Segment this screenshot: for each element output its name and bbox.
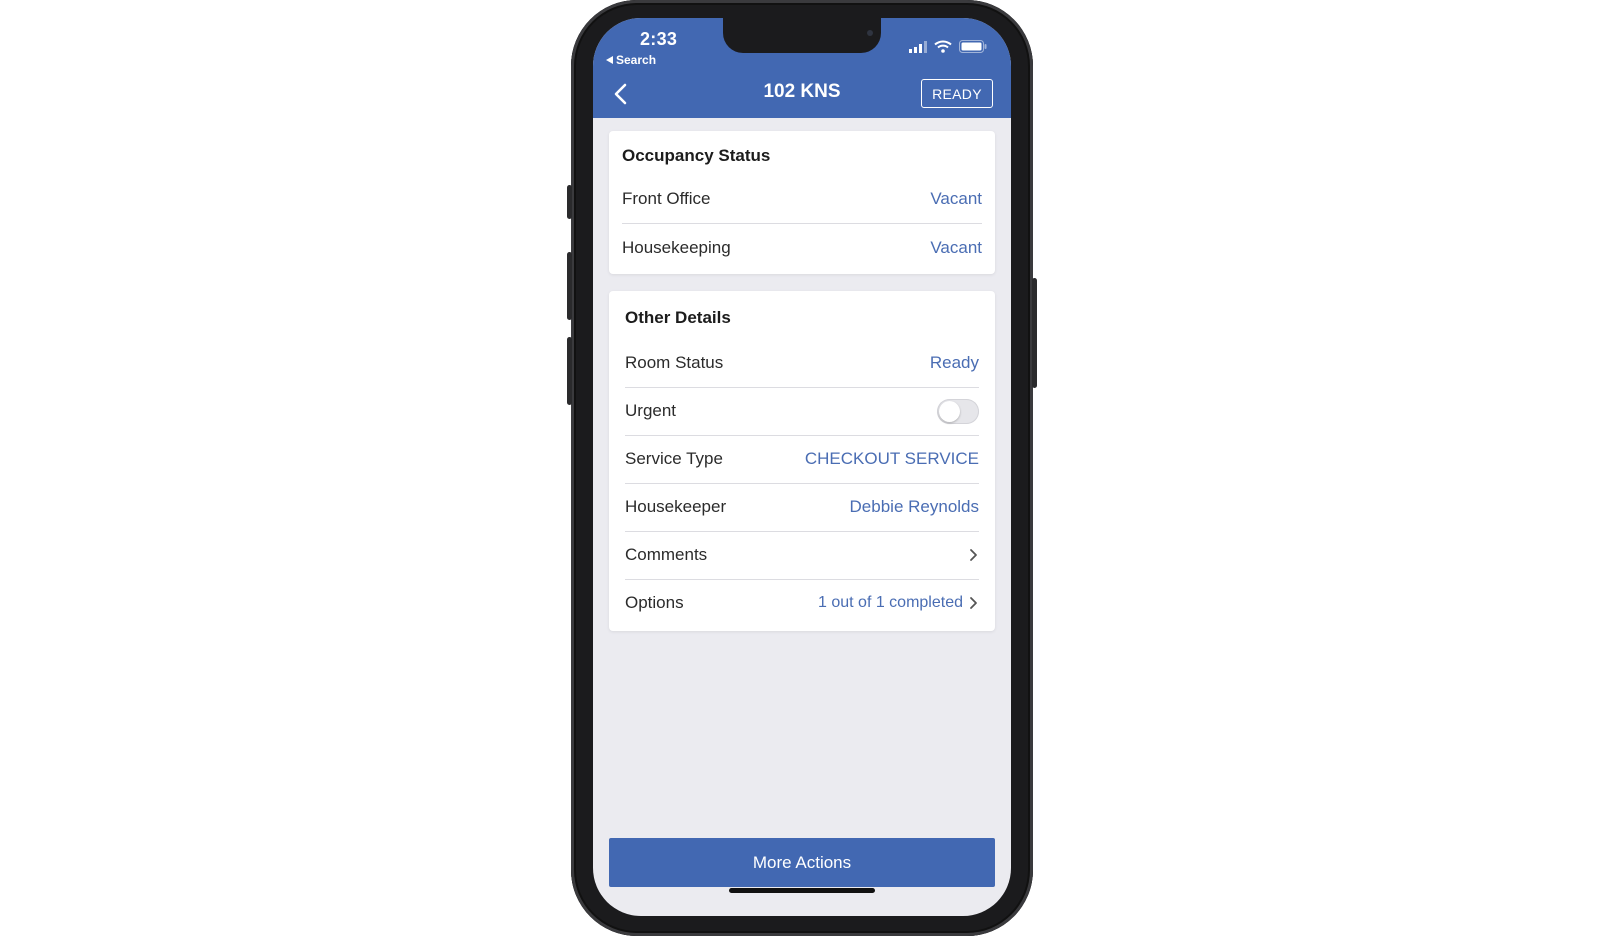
housekeeper-row[interactable]: Housekeeper Debbie Reynolds	[625, 483, 979, 532]
front-office-label: Front Office	[622, 189, 711, 208]
housekeeper-label: Housekeeper	[625, 497, 727, 516]
other-details-card: Other Details Room Status Ready Urgent S…	[609, 291, 995, 631]
volume-up-button	[567, 252, 572, 320]
comments-row[interactable]: Comments	[625, 531, 979, 580]
options-row[interactable]: Options 1 out of 1 completed	[625, 579, 979, 627]
room-status-row[interactable]: Room Status Ready	[625, 339, 979, 388]
urgent-row: Urgent	[625, 387, 979, 436]
phone-frame: 2:33 Search 102 KNS READY Occupancy Stat…	[567, 0, 1037, 936]
housekeeper-value[interactable]: Debbie Reynolds	[850, 497, 979, 517]
back-app-label: Search	[616, 53, 657, 67]
power-button	[1032, 278, 1037, 388]
room-status-value[interactable]: Ready	[930, 353, 979, 373]
mute-switch	[567, 185, 572, 219]
housekeeping-row: Housekeeping Vacant	[622, 224, 982, 272]
status-icons	[909, 40, 987, 53]
options-value: 1 out of 1 completed	[818, 594, 963, 611]
more-actions-button[interactable]: More Actions	[609, 838, 995, 887]
camera-dot	[867, 30, 873, 36]
volume-down-button	[567, 337, 572, 405]
app-screen: 2:33 Search 102 KNS READY Occupancy Stat…	[593, 18, 1011, 916]
housekeeping-value: Vacant	[930, 238, 982, 257]
urgent-toggle[interactable]	[937, 398, 979, 424]
service-type-row[interactable]: Service Type CHECKOUT SERVICE	[625, 435, 979, 484]
options-label: Options	[625, 593, 684, 612]
occupancy-status-title: Occupancy Status	[622, 146, 771, 165]
service-type-value[interactable]: CHECKOUT SERVICE	[805, 449, 979, 469]
front-office-row: Front Office Vacant	[622, 175, 982, 224]
nav-header: 2:33 Search 102 KNS READY	[593, 18, 1011, 118]
toggle-knob	[939, 400, 960, 422]
chevron-right-icon	[970, 597, 977, 609]
urgent-label: Urgent	[625, 401, 677, 420]
signal-icon	[909, 40, 927, 53]
back-to-app[interactable]: Search	[606, 53, 656, 67]
options-value-group: 1 out of 1 completed	[818, 594, 979, 612]
service-type-label: Service Type	[625, 449, 723, 468]
housekeeping-label: Housekeeping	[622, 238, 731, 257]
home-indicator	[729, 888, 875, 893]
room-status-label: Room Status	[625, 353, 724, 372]
other-details-title: Other Details	[625, 308, 731, 327]
wifi-icon	[934, 40, 952, 53]
back-triangle-icon	[606, 56, 613, 64]
comments-label: Comments	[625, 545, 708, 564]
front-office-value: Vacant	[930, 189, 982, 208]
occupancy-status-card: Occupancy Status Front Office Vacant Hou…	[609, 131, 995, 274]
status-time: 2:33	[640, 29, 678, 49]
chevron-right-icon	[970, 549, 977, 561]
notch	[723, 18, 881, 53]
battery-icon	[959, 40, 987, 53]
ready-button[interactable]: READY	[921, 79, 993, 108]
